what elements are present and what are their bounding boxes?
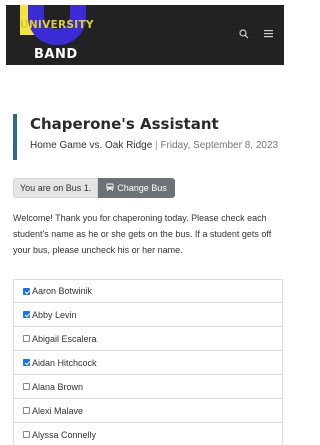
event-subtitle: Home Game vs. Oak Ridge | Friday, Septem… [30,140,278,151]
student-checkbox[interactable] [23,431,30,438]
change-bus-button[interactable]: Change Bus [98,178,175,198]
welcome-message: Welcome! Thank you for chaperoning today… [13,213,272,255]
change-bus-label: Change Bus [117,183,167,193]
student-name: Aaron Botwinik [32,286,93,296]
student-row[interactable]: Alyssa Connelly [13,423,283,445]
student-name: Alana Brown [32,381,84,392]
event-date: Friday, September 8, 2023 [160,140,279,151]
bus-icon [106,179,114,197]
student-row[interactable]: Alexi Malave [13,399,283,423]
student-checkbox[interactable] [23,359,30,366]
logo-university-text: UNIVERSITY [20,19,94,31]
student-row[interactable]: Abby Levin [13,303,283,327]
page-title: Chaperone's Assistant [30,115,219,133]
menu-icon[interactable] [264,29,273,40]
page-header: Chaperone's Assistant Home Game vs. Oak … [13,114,278,160]
student-name: Alyssa Connelly [32,429,97,440]
student-name: Abigail Escalera [32,333,97,344]
student-name: Abby Levin [32,309,77,320]
student-name: Aidan Hitchcock [32,357,97,368]
student-list: Aaron Botwinik Abby Levin Abigail Escalera… [13,279,283,445]
student-row[interactable]: Alana Brown [13,375,283,399]
student-name: Alexi Malave [32,405,84,416]
student-row[interactable]: Aidan Hitchcock [13,351,283,375]
navbar: UNIVERSITY BAND [6,5,284,65]
logo-band-text: BAND [34,47,78,62]
subtitle-separator: | [155,140,158,151]
student-checkbox[interactable] [23,311,30,318]
student-row[interactable]: Aaron Botwinik [13,279,283,303]
bus-status-label: You are on Bus 1. [13,178,99,198]
bus-status-group: You are on Bus 1. Change Bus [13,178,175,198]
student-row[interactable]: Abigail Escalera [13,327,283,351]
student-checkbox[interactable] [23,335,30,342]
event-name: Home Game vs. Oak Ridge [30,140,153,151]
university-band-logo[interactable]: UNIVERSITY BAND [20,5,100,65]
student-checkbox[interactable] [23,287,30,295]
student-checkbox[interactable] [23,407,30,414]
student-checkbox[interactable] [23,383,30,390]
search-icon[interactable] [239,29,249,41]
